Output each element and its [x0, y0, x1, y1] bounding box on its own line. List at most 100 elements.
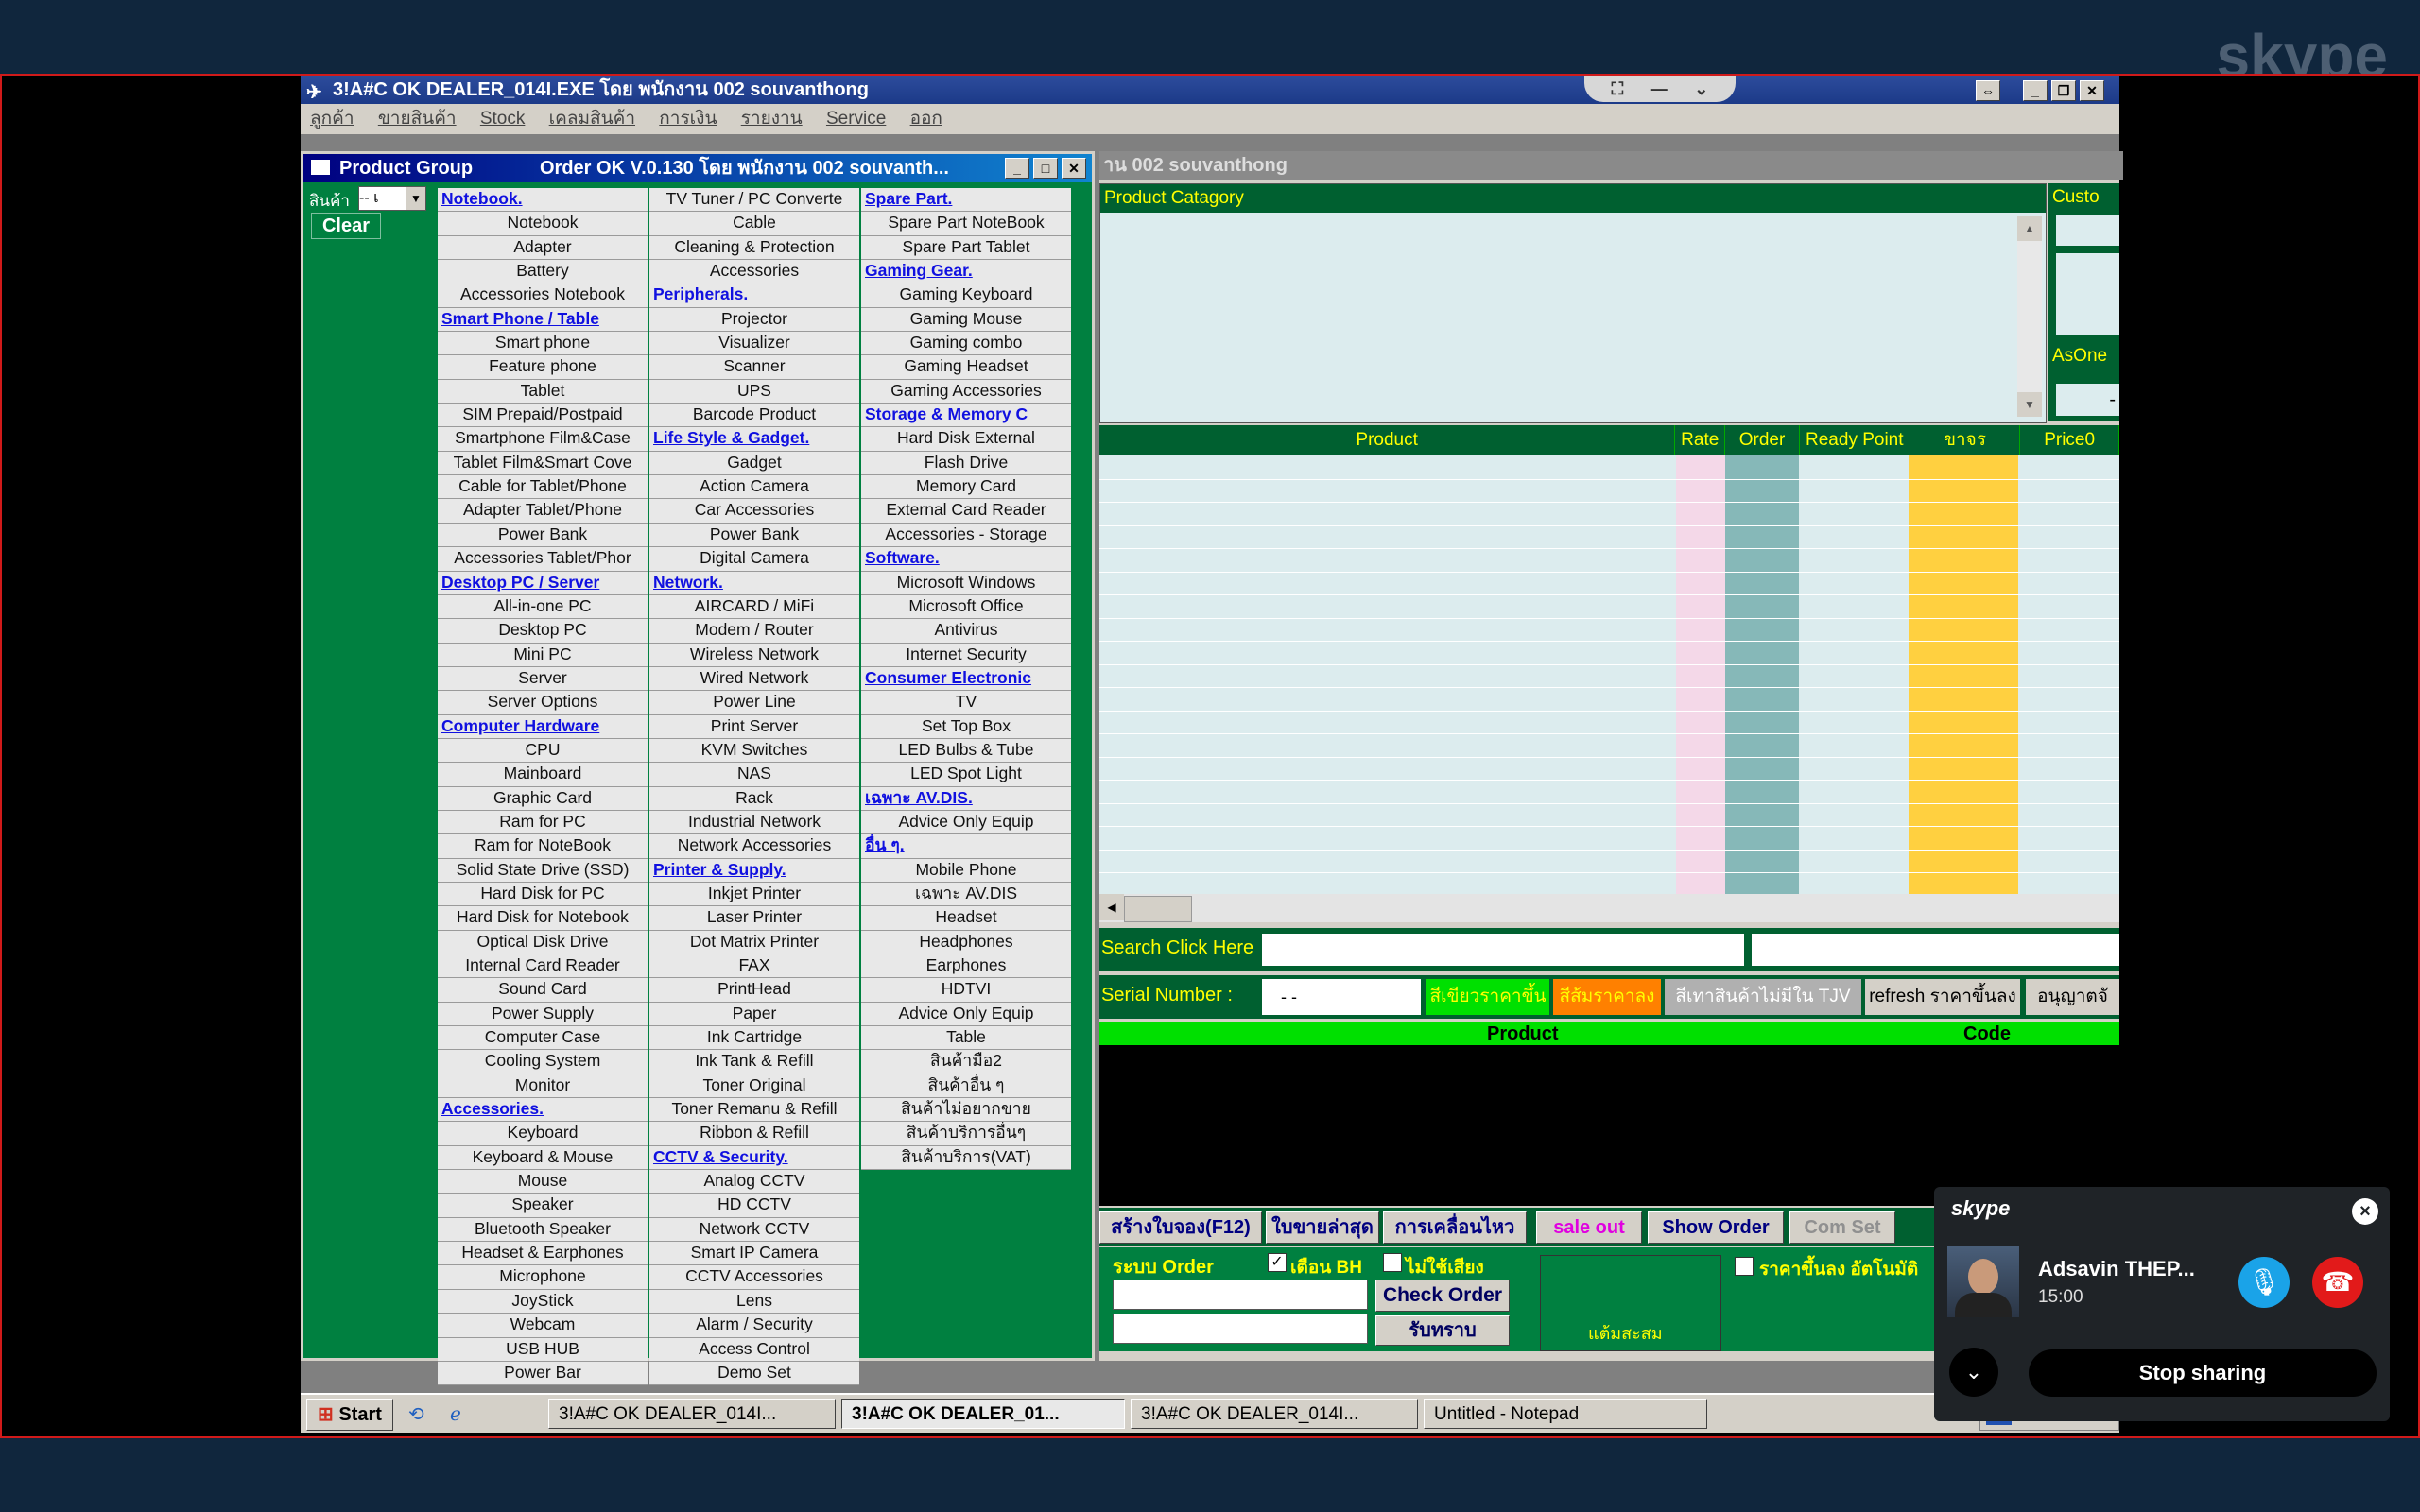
category-item[interactable]: Webcam — [438, 1314, 648, 1338]
legend-not-in-tjv[interactable]: สีเทาสินค้าไม่มีใน TJV — [1665, 979, 1861, 1015]
customer-input-2[interactable] — [2056, 253, 2119, 335]
category-item[interactable]: JoyStick — [438, 1289, 648, 1314]
col-order[interactable]: Order — [1725, 425, 1800, 455]
category-item[interactable]: Accessories Notebook — [438, 284, 648, 308]
category-item[interactable]: Ribbon & Refill — [649, 1122, 859, 1146]
category-item[interactable]: Toner Original — [649, 1074, 859, 1099]
category-item[interactable]: Microsoft Office — [861, 594, 1071, 620]
category-group-header[interactable]: Printer & Supply. — [649, 858, 859, 883]
category-item[interactable]: Network Accessories — [649, 834, 859, 859]
scroll-left-icon[interactable]: ◀ — [1099, 894, 1124, 920]
category-item[interactable]: Flash Drive — [861, 451, 1071, 476]
chevron-down-icon[interactable]: ⌄ — [1949, 1348, 1998, 1397]
category-group-header[interactable]: Consumer Electronic — [861, 666, 1071, 692]
category-item[interactable]: Hard Disk for PC — [438, 882, 648, 907]
maximize-button[interactable]: □ — [1033, 158, 1058, 179]
latest-invoice-button[interactable]: ใบขายล่าสุด — [1266, 1211, 1379, 1244]
category-item[interactable]: SIM Prepaid/Postpaid — [438, 404, 648, 428]
category-item[interactable]: Cable — [649, 212, 859, 236]
warn-bh-checkbox[interactable]: ✓ — [1268, 1253, 1287, 1272]
category-item[interactable]: Inkjet Printer — [649, 882, 859, 907]
restore-arrows-icon[interactable]: ⇔ — [1976, 80, 2000, 101]
category-item[interactable]: Action Camera — [649, 475, 859, 500]
category-item[interactable]: FAX — [649, 954, 859, 979]
category-item[interactable]: Antivirus — [861, 619, 1071, 644]
category-item[interactable]: Gaming Headset — [861, 355, 1071, 380]
check-order-button[interactable]: Check Order — [1375, 1280, 1510, 1312]
category-item[interactable]: Gaming Accessories — [861, 379, 1071, 404]
category-item[interactable]: Bluetooth Speaker — [438, 1217, 648, 1243]
category-item[interactable]: Cleaning & Protection — [649, 235, 859, 261]
close-icon[interactable]: × — [2352, 1198, 2378, 1225]
taskbar-item-2[interactable]: 3!A#C OK DEALER_01... — [841, 1399, 1125, 1429]
com-set-button[interactable]: Com Set — [1789, 1211, 1895, 1244]
category-item[interactable]: Alarm / Security — [649, 1314, 859, 1338]
start-button[interactable]: ⊞ Start — [306, 1399, 393, 1431]
category-item[interactable]: Demo Set — [649, 1361, 859, 1386]
acknowledge-button[interactable]: รับทราบ — [1375, 1315, 1510, 1346]
category-item[interactable]: Spare Part Tablet — [861, 235, 1071, 261]
scroll-down-icon[interactable]: ▼ — [2017, 392, 2042, 417]
category-item[interactable]: External Card Reader — [861, 499, 1071, 524]
category-item[interactable]: Adapter — [438, 235, 648, 261]
category-group-header[interactable]: Computer Hardware — [438, 714, 648, 739]
category-item[interactable]: Adapter Tablet/Phone — [438, 499, 648, 524]
category-item[interactable]: CCTV Accessories — [649, 1265, 859, 1290]
category-item[interactable]: Modem / Router — [649, 619, 859, 644]
product-filter-select[interactable]: -- เ ▼ — [358, 186, 426, 211]
no-sound-checkbox[interactable] — [1383, 1253, 1402, 1272]
category-item[interactable]: Memory Card — [861, 475, 1071, 500]
category-item[interactable]: Power Line — [649, 691, 859, 715]
scroll-thumb[interactable] — [1124, 896, 1192, 922]
menu-exit[interactable]: ออก — [910, 109, 942, 129]
category-group-header[interactable]: Accessories. — [438, 1098, 648, 1123]
menu-customer[interactable]: ลูกค้า — [310, 109, 354, 129]
category-item[interactable]: Mini PC — [438, 643, 648, 667]
category-item[interactable]: Network CCTV — [649, 1217, 859, 1243]
category-item[interactable]: Car Accessories — [649, 499, 859, 524]
category-item[interactable]: Analog CCTV — [649, 1170, 859, 1194]
category-item[interactable]: Lens — [649, 1289, 859, 1314]
category-item[interactable]: Headset & Earphones — [438, 1242, 648, 1266]
category-item[interactable]: Microsoft Windows — [861, 571, 1071, 595]
category-item[interactable]: Digital Camera — [649, 547, 859, 572]
hang-up-icon[interactable]: ☎ — [2312, 1257, 2363, 1308]
category-item[interactable]: LED Bulbs & Tube — [861, 738, 1071, 764]
category-group-header[interactable]: เฉพาะ AV.DIS. — [861, 786, 1071, 811]
category-item[interactable]: Wireless Network — [649, 643, 859, 667]
category-item[interactable]: Barcode Product — [649, 404, 859, 428]
category-item[interactable]: สินค้าบริการ(VAT) — [861, 1145, 1071, 1171]
category-item[interactable]: Notebook — [438, 212, 648, 236]
category-group-header[interactable]: Spare Part. — [861, 188, 1071, 213]
close-button[interactable]: ✕ — [1062, 158, 1086, 179]
maximize-button[interactable]: ❐ — [2051, 80, 2076, 101]
col-ready-point[interactable]: Ready Point — [1800, 425, 1910, 455]
taskbar-item-notepad[interactable]: Untitled - Notepad — [1424, 1399, 1707, 1429]
category-item[interactable]: Accessories Tablet/Phor — [438, 547, 648, 572]
category-item[interactable]: Laser Printer — [649, 906, 859, 931]
category-item[interactable]: LED Spot Light — [861, 763, 1071, 787]
category-item[interactable]: Ram for PC — [438, 810, 648, 835]
category-item[interactable]: Set Top Box — [861, 714, 1071, 739]
category-item[interactable]: Gaming Keyboard — [861, 284, 1071, 308]
category-item[interactable]: สินค้าอื่น ๆ — [861, 1074, 1071, 1099]
category-item[interactable]: Projector — [649, 307, 859, 333]
category-item[interactable]: Tablet — [438, 379, 648, 404]
minimize-button[interactable]: _ — [1005, 158, 1029, 179]
category-item[interactable]: UPS — [649, 379, 859, 404]
category-item[interactable]: Access Control — [649, 1337, 859, 1362]
category-item[interactable]: สินค้าไม่อยากขาย — [861, 1098, 1071, 1123]
category-item[interactable]: All-in-one PC — [438, 594, 648, 620]
category-item[interactable]: Scanner — [649, 355, 859, 380]
order-input-1[interactable] — [1113, 1280, 1368, 1310]
col-kha-jorn[interactable]: ขาจร — [1910, 425, 2021, 455]
category-item[interactable]: Table — [861, 1026, 1071, 1051]
category-item[interactable]: Mouse — [438, 1170, 648, 1194]
chevron-down-icon[interactable]: ▼ — [406, 187, 425, 210]
category-item[interactable]: Battery — [438, 260, 648, 284]
category-item[interactable]: KVM Switches — [649, 738, 859, 764]
category-item[interactable]: Smartphone Film&Case — [438, 427, 648, 452]
category-group-header[interactable]: Storage & Memory C — [861, 404, 1071, 428]
category-group-header[interactable]: Notebook. — [438, 188, 648, 213]
category-item[interactable]: Industrial Network — [649, 810, 859, 835]
